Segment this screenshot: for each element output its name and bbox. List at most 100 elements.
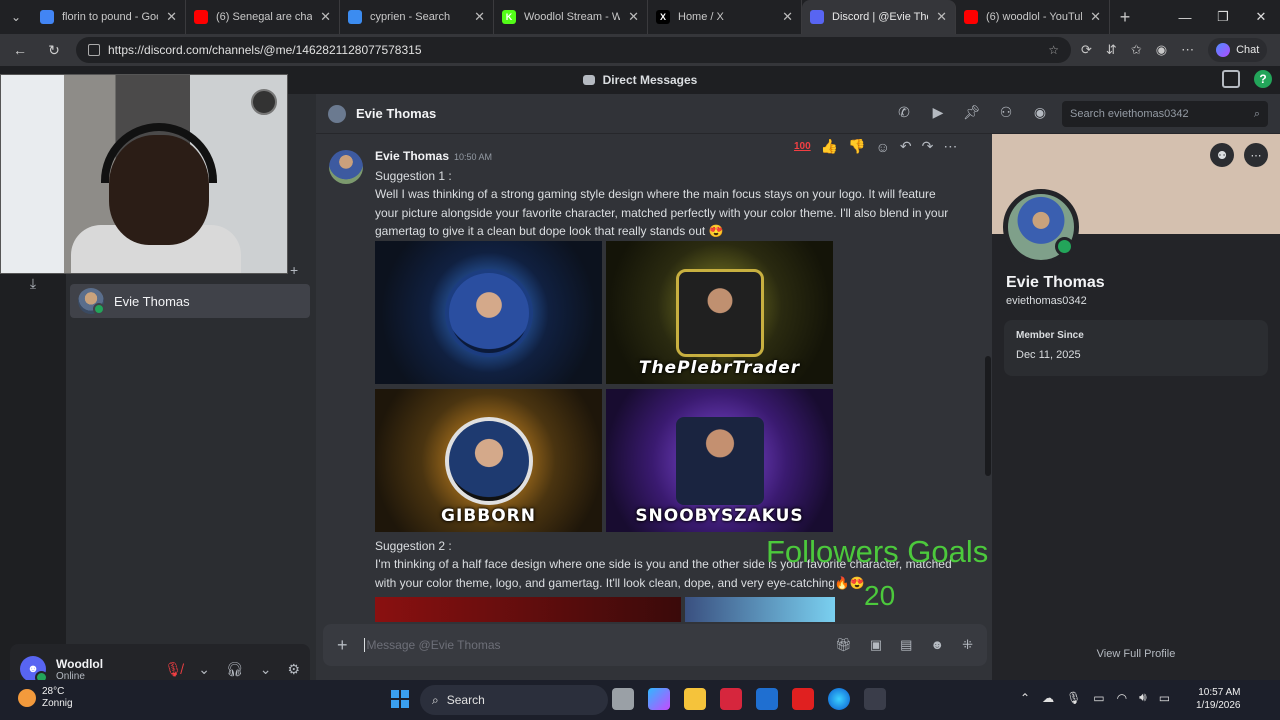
- profile-more-icon[interactable]: ⋯: [1244, 143, 1268, 167]
- apps-icon[interactable]: ⁜: [962, 637, 973, 653]
- tray-overflow-icon[interactable]: ⌃: [1020, 691, 1030, 705]
- message-input[interactable]: Message @Evie Thomas: [363, 638, 820, 652]
- profile-avatar[interactable]: [1003, 189, 1079, 265]
- headphones-options-chevron-icon[interactable]: ⌄: [260, 661, 272, 678]
- file-explorer-icon[interactable]: [684, 688, 706, 710]
- close-tab-icon[interactable]: ✕: [1090, 9, 1101, 25]
- site-info-icon[interactable]: [88, 44, 100, 56]
- copilot-chat-button[interactable]: Chat: [1208, 38, 1268, 62]
- mic-options-chevron-icon[interactable]: ⌄: [198, 661, 210, 678]
- video-call-icon[interactable]: ▶: [930, 104, 946, 120]
- close-tab-icon[interactable]: ✕: [936, 9, 947, 25]
- browser-tab[interactable]: cyprien - Search ✕: [340, 0, 494, 34]
- message-author-avatar[interactable]: [329, 150, 363, 184]
- new-tab-button[interactable]: +: [1110, 7, 1140, 28]
- add-friends-to-dm-icon[interactable]: ⚇: [998, 104, 1014, 120]
- volume-icon[interactable]: 🔊︎: [1139, 690, 1147, 705]
- inbox-icon[interactable]: [1222, 70, 1240, 88]
- copilot-app-icon[interactable]: [648, 688, 670, 710]
- profile-username: eviethomas0342: [1006, 295, 1087, 307]
- maximize-icon[interactable]: ❐: [1204, 0, 1242, 34]
- reaction-thumbs-down-icon[interactable]: 👎: [848, 138, 865, 155]
- favorites-icon[interactable]: ✩: [1131, 42, 1142, 58]
- attachment-image-6[interactable]: [685, 597, 835, 622]
- browser-tab[interactable]: Discord | @Evie Thomas ✕: [802, 0, 956, 34]
- microphone-icon[interactable]: 🎙︎: [1066, 691, 1081, 705]
- close-tab-icon[interactable]: ✕: [628, 9, 639, 25]
- browser-tab[interactable]: (6) Senegal are champio ✕: [186, 0, 340, 34]
- taskbar-clock[interactable]: 10:57 AM 1/19/2026: [1196, 686, 1241, 712]
- message-author[interactable]: Evie Thomas: [375, 149, 449, 163]
- url-field[interactable]: https://discord.com/channels/@me/1462821…: [76, 37, 1071, 63]
- emoji-icon[interactable]: ☻: [930, 637, 944, 653]
- more-options-icon[interactable]: ⋯: [943, 138, 957, 155]
- back-button[interactable]: ←: [8, 38, 32, 62]
- create-dm-plus-icon[interactable]: +: [290, 262, 298, 278]
- mute-mic-icon[interactable]: 🎙︎̸: [164, 661, 182, 678]
- add-friend-icon[interactable]: ⚉: [1210, 143, 1234, 167]
- pinned-messages-icon[interactable]: 📌︎: [963, 104, 981, 120]
- taskbar-search[interactable]: ⌕ Search: [420, 685, 608, 715]
- search-icon: ⌕: [432, 692, 439, 707]
- settings-gear-icon[interactable]: ⚙: [287, 661, 300, 678]
- close-tab-icon[interactable]: ✕: [320, 9, 331, 25]
- extensions-icon[interactable]: ⟳: [1081, 42, 1092, 58]
- user-profile-toggle-icon[interactable]: ◉: [1032, 104, 1048, 120]
- clock-time: 10:57 AM: [1198, 687, 1241, 698]
- gift-icon[interactable]: 🎁︎: [835, 637, 852, 653]
- headphones-icon[interactable]: 🎧︎: [226, 661, 244, 678]
- profile-icon[interactable]: ◉: [1156, 42, 1167, 58]
- security-app-icon[interactable]: [720, 688, 742, 710]
- attachment-image-3[interactable]: GIBBORN: [375, 389, 602, 532]
- search-input[interactable]: Search eviethomas0342 ⌕: [1062, 101, 1268, 127]
- outlook-icon[interactable]: [756, 688, 778, 710]
- add-reaction-icon[interactable]: ☺: [876, 139, 890, 155]
- reload-button[interactable]: ↻: [42, 38, 66, 62]
- browser-tab[interactable]: florin to pound - Google ✕: [32, 0, 186, 34]
- browser-tab[interactable]: (6) woodlol - YouTube ✕: [956, 0, 1110, 34]
- close-tab-icon[interactable]: ✕: [782, 9, 793, 25]
- dm-item-evie-thomas[interactable]: Evie Thomas: [70, 284, 310, 318]
- close-tab-icon[interactable]: ✕: [474, 9, 485, 25]
- reaction-100-icon[interactable]: 100: [794, 141, 811, 152]
- close-window-icon[interactable]: ✕: [1242, 0, 1280, 34]
- close-tab-icon[interactable]: ✕: [166, 9, 177, 25]
- sticker-icon[interactable]: ▤: [900, 637, 912, 653]
- help-icon[interactable]: ?: [1254, 70, 1272, 88]
- tab-search-menu-button[interactable]: ⌄: [0, 0, 32, 34]
- wifi-icon[interactable]: ◠: [1117, 691, 1127, 705]
- weather-widget[interactable]: 28°C Zonnig: [18, 686, 73, 710]
- cloud-icon[interactable]: ☁: [1042, 691, 1054, 705]
- lightshot-icon[interactable]: [792, 688, 814, 710]
- display-icon[interactable]: ▭: [1093, 691, 1104, 705]
- download-apps-icon[interactable]: ⤓: [22, 272, 44, 294]
- taskbar-search-label: Search: [446, 693, 485, 707]
- user-avatar[interactable]: ☻: [20, 656, 48, 684]
- obs-icon[interactable]: [864, 688, 886, 710]
- attachment-image-4[interactable]: SNOOBYSZAKUS: [606, 389, 833, 532]
- attachment-image-5[interactable]: [375, 597, 681, 622]
- split-screen-icon[interactable]: ⇵: [1106, 42, 1117, 58]
- reaction-thumbs-up-icon[interactable]: 👍: [821, 138, 838, 155]
- windows-start-icon[interactable]: [391, 690, 409, 708]
- voice-call-icon[interactable]: ✆: [896, 104, 912, 120]
- forward-icon[interactable]: ↷: [922, 138, 934, 155]
- upload-plus-icon[interactable]: +: [337, 635, 348, 656]
- more-menu-icon[interactable]: ⋯: [1181, 42, 1194, 58]
- message-scrollbar[interactable]: [985, 356, 991, 476]
- view-full-profile-link[interactable]: View Full Profile: [992, 648, 1280, 660]
- battery-icon[interactable]: ▭: [1159, 691, 1170, 705]
- tabs-container: florin to pound - Google✕(6) Senegal are…: [32, 0, 1110, 34]
- minimize-icon[interactable]: —: [1166, 0, 1204, 34]
- attachment-image-1[interactable]: [375, 241, 602, 384]
- browser-tab[interactable]: K Woodlol Stream - Watch ✕: [494, 0, 648, 34]
- bookmark-star-icon[interactable]: ☆: [1048, 43, 1059, 57]
- reply-icon[interactable]: ↶: [900, 138, 912, 155]
- copilot-icon: [1216, 43, 1231, 57]
- user-names[interactable]: Woodlol Online: [56, 657, 154, 682]
- browser-tab[interactable]: X Home / X ✕: [648, 0, 802, 34]
- attachment-image-2[interactable]: ThePlebrTrader: [606, 241, 833, 384]
- edge-browser-icon[interactable]: [828, 688, 850, 710]
- task-view-icon[interactable]: [612, 688, 634, 710]
- gif-icon[interactable]: ▣: [870, 637, 882, 653]
